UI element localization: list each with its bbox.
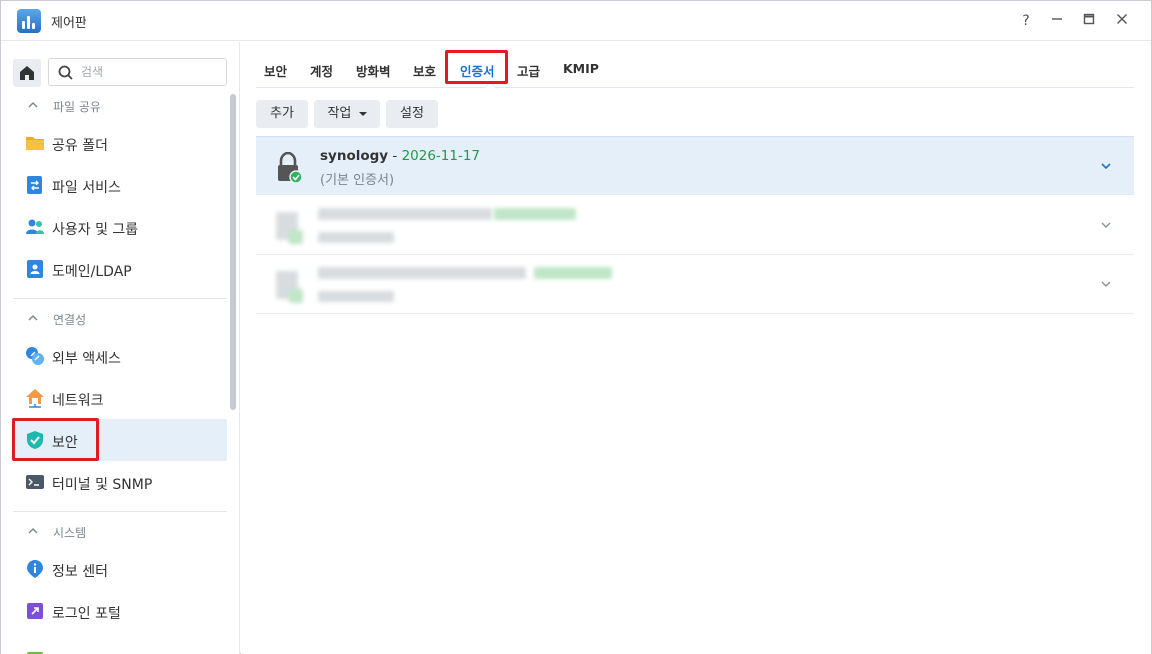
redacted-date <box>494 208 576 220</box>
section-label: 연결성 <box>53 313 87 327</box>
redacted-subtitle <box>318 291 394 302</box>
home-button[interactable] <box>13 59 41 87</box>
certificate-title: synology - 2026-11-17 <box>320 148 480 164</box>
sidebar-item-label: 보안 <box>52 435 78 451</box>
chevron-up-icon <box>28 528 38 534</box>
tab-security[interactable]: 보안 <box>264 61 287 80</box>
chevron-up-icon <box>28 102 38 108</box>
sidebar-item-label: 로그인 포털 <box>52 606 121 622</box>
partial-icon <box>27 652 43 654</box>
sidebar-item-label: 네트워크 <box>52 393 104 409</box>
sidebar-item-terminal-snmp[interactable]: 터미널 및 SNMP <box>13 461 227 503</box>
domain-icon <box>27 260 43 278</box>
folder-icon <box>26 137 44 150</box>
home-icon <box>20 66 34 80</box>
section-label: 시스템 <box>53 526 87 540</box>
tab-account[interactable]: 계정 <box>310 61 333 80</box>
caret-down-icon <box>358 111 367 116</box>
chevron-up-icon <box>28 315 38 321</box>
section-divider <box>13 298 227 299</box>
add-button[interactable]: 추가 <box>256 100 308 128</box>
search-input[interactable] <box>81 63 221 81</box>
redacted-badge <box>289 230 303 244</box>
redacted-subtitle <box>318 232 394 243</box>
section-file-sharing[interactable]: 파일 공유 <box>13 95 227 117</box>
action-label: 작업 <box>327 106 352 121</box>
section-system[interactable]: 시스템 <box>13 521 227 543</box>
lock-icon <box>278 152 302 184</box>
control-panel-window: 제어판 ? 파일 공유 공유 폴더 파 <box>0 0 1152 654</box>
tab-certificate[interactable]: 인증서 <box>460 61 495 80</box>
control-panel-app-icon <box>17 9 41 33</box>
sidebar-item-label: 파일 서비스 <box>52 180 121 196</box>
tab-kmip[interactable]: KMIP <box>563 61 599 76</box>
certificate-row-redacted[interactable] <box>256 255 1134 314</box>
users-icon <box>26 219 44 234</box>
sidebar-item-file-services[interactable]: 파일 서비스 <box>13 164 227 206</box>
sidebar-item-shared-folder[interactable]: 공유 폴더 <box>13 122 227 164</box>
chevron-down-icon[interactable] <box>1100 219 1112 231</box>
sidebar-item-users-groups[interactable]: 사용자 및 그룹 <box>13 206 227 248</box>
settings-button[interactable]: 설정 <box>386 100 438 128</box>
file-services-icon <box>27 176 42 194</box>
sidebar-item-label: 사용자 및 그룹 <box>52 222 139 238</box>
login-portal-icon <box>27 603 43 619</box>
certificate-subtitle: (기본 인증서) <box>320 173 395 188</box>
main-panel: 보안 계정 방화벽 보호 인증서 고급 KMIP 추가 작업 설정 synolo… <box>241 42 1151 654</box>
help-button[interactable]: ? <box>1016 11 1036 31</box>
sidebar-item-domain-ldap[interactable]: 도메인/LDAP <box>13 248 227 290</box>
network-icon <box>26 389 44 408</box>
sidebar-item-label: 공유 폴더 <box>52 138 108 154</box>
section-label: 파일 공유 <box>53 100 101 114</box>
terminal-icon <box>26 475 44 489</box>
sidebar-scrollbar[interactable] <box>230 94 236 410</box>
section-divider <box>13 511 227 512</box>
sidebar-item-external-access[interactable]: 외부 액세스 <box>13 335 227 377</box>
action-button[interactable]: 작업 <box>314 100 380 128</box>
redacted-name <box>318 267 526 279</box>
info-icon <box>27 560 43 578</box>
maximize-icon <box>1083 13 1095 25</box>
active-tab-caret <box>484 82 496 88</box>
window-title: 제어판 <box>51 16 87 31</box>
section-connectivity[interactable]: 연결성 <box>13 308 227 330</box>
redacted-name <box>318 208 492 220</box>
tab-advanced[interactable]: 고급 <box>517 61 540 80</box>
certificate-row[interactable]: synology - 2026-11-17 (기본 인증서) <box>256 136 1134 195</box>
tab-protection[interactable]: 보호 <box>413 61 436 80</box>
certificate-row-redacted[interactable] <box>256 196 1134 255</box>
redacted-badge <box>289 289 303 303</box>
external-access-icon <box>26 347 44 365</box>
sidebar-item-partial[interactable] <box>13 632 227 654</box>
close-icon <box>1117 14 1127 24</box>
sidebar-item-network[interactable]: 네트워크 <box>13 377 227 419</box>
sidebar-item-label: 도메인/LDAP <box>52 264 132 280</box>
certificate-name: synology <box>320 148 389 164</box>
minimize-icon <box>1052 18 1062 20</box>
chevron-down-icon[interactable] <box>1100 160 1112 172</box>
maximize-button[interactable] <box>1079 11 1099 31</box>
sidebar: 파일 공유 공유 폴더 파일 서비스 사용자 및 그룹 도메인/LDAP 연결성… <box>1 42 240 654</box>
sidebar-item-login-portal[interactable]: 로그인 포털 <box>13 590 227 632</box>
chevron-down-icon[interactable] <box>1100 278 1112 290</box>
sidebar-item-label: 터미널 및 SNMP <box>52 477 153 493</box>
minimize-button[interactable] <box>1047 11 1067 31</box>
title-bar: 제어판 ? <box>1 1 1151 41</box>
sidebar-item-info-center[interactable]: 정보 센터 <box>13 548 227 590</box>
search-icon <box>58 65 73 80</box>
sidebar-item-label: 외부 액세스 <box>52 351 121 367</box>
certificate-expiry: 2026-11-17 <box>401 148 481 164</box>
tab-firewall[interactable]: 방화벽 <box>356 61 391 80</box>
sidebar-item-label: 정보 센터 <box>52 564 108 580</box>
tab-bar: 보안 계정 방화벽 보호 인증서 고급 KMIP <box>256 42 1134 88</box>
search-box[interactable] <box>48 58 227 86</box>
certificate-separator: - <box>388 148 402 164</box>
sidebar-item-security[interactable]: 보안 <box>13 419 227 461</box>
close-button[interactable] <box>1112 11 1132 31</box>
redacted-date <box>534 267 612 279</box>
shield-icon <box>27 431 43 449</box>
